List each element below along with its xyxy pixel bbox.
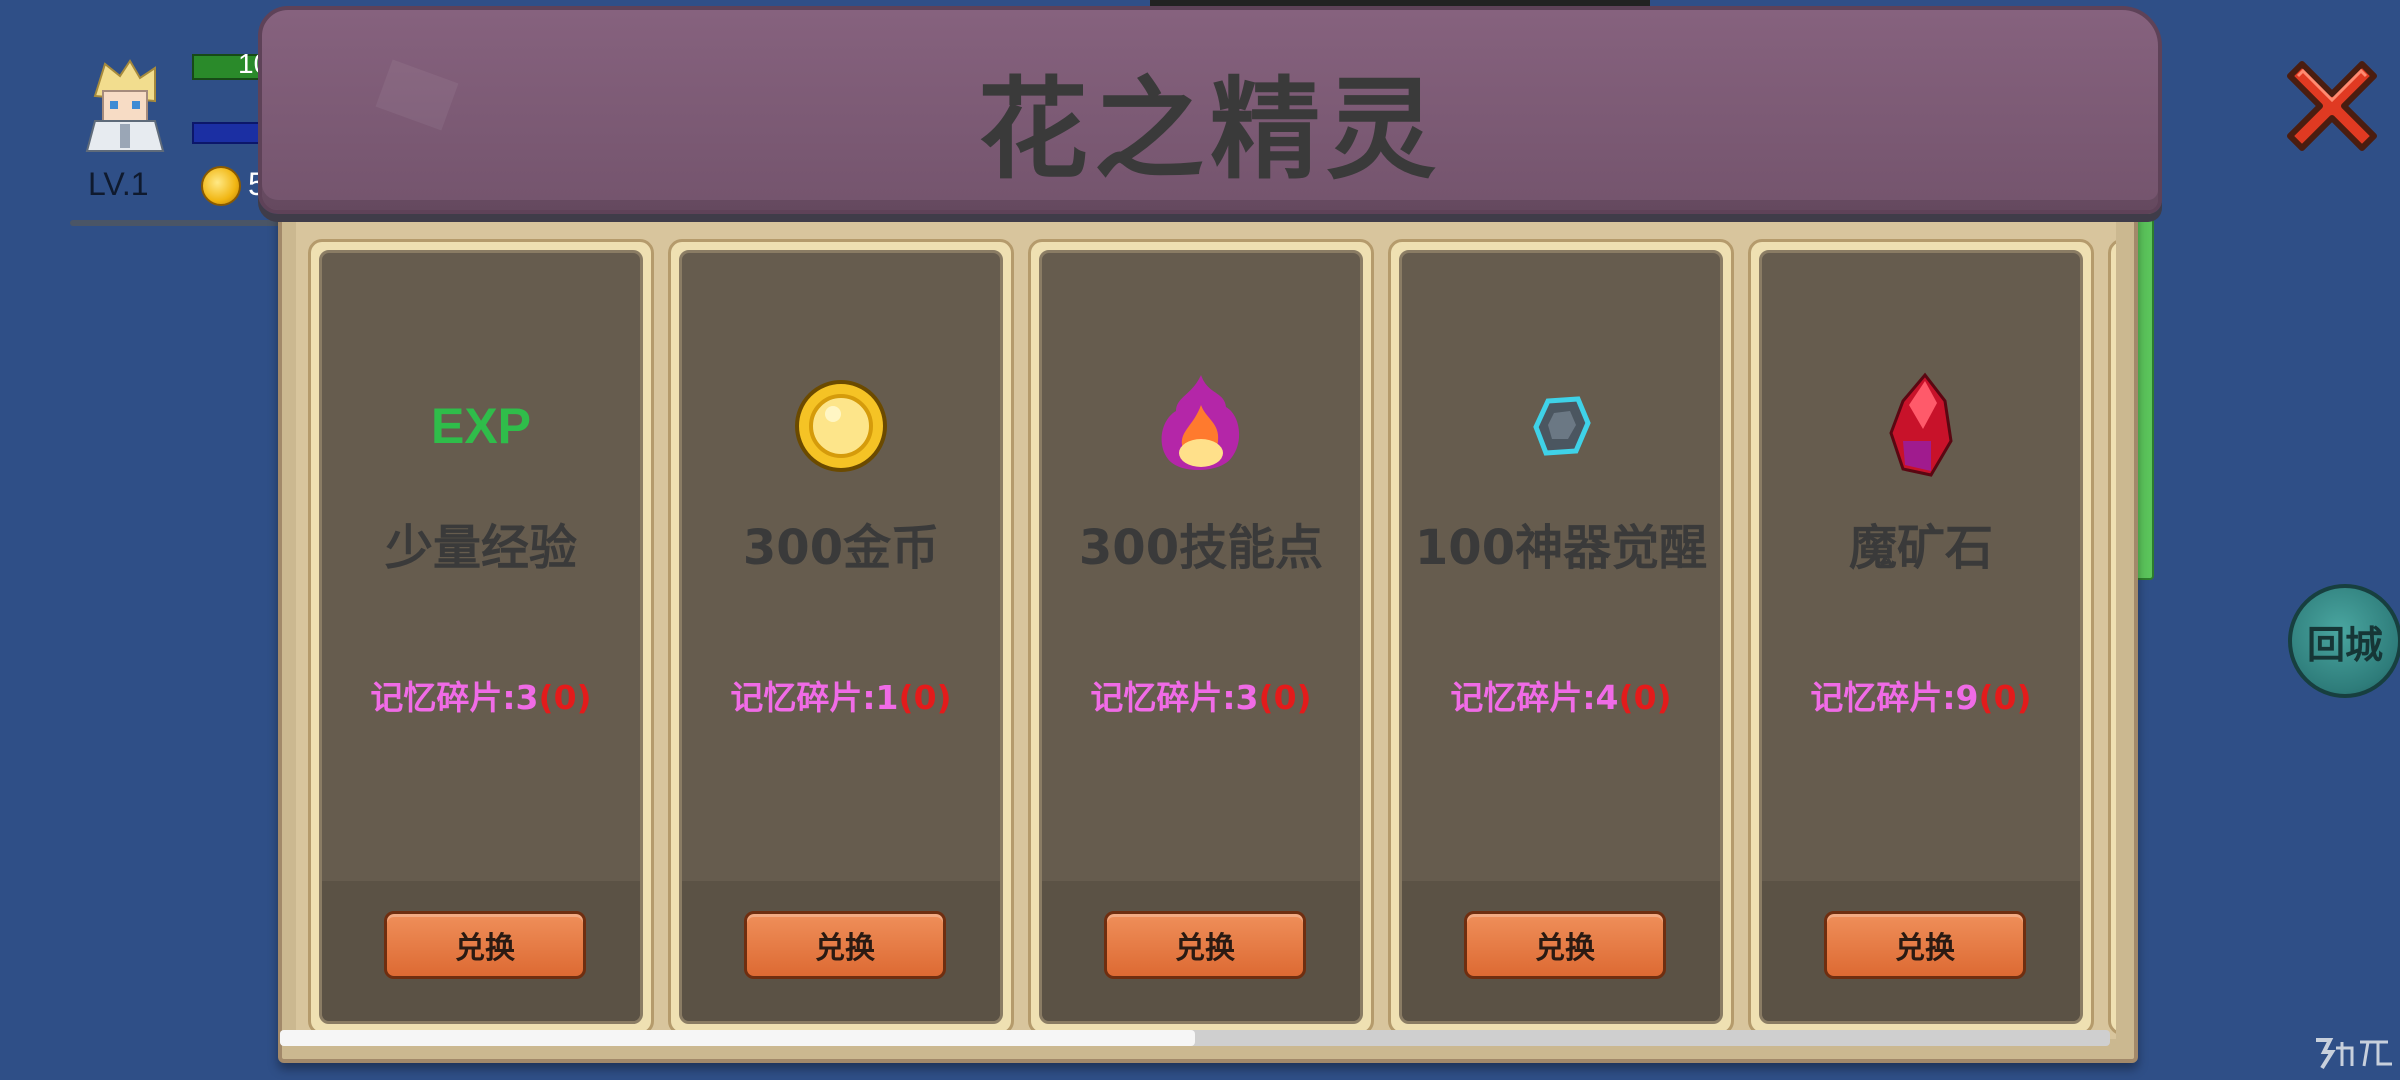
exchange-button-label: 兑换 bbox=[1895, 931, 1955, 966]
reward-cost: 记忆碎片:3(0) bbox=[322, 671, 640, 719]
exchange-button[interactable]: 兑换 bbox=[1824, 911, 2026, 979]
cost-required: 记忆碎片:9 bbox=[1810, 678, 1979, 717]
exchange-button[interactable]: 兑换 bbox=[384, 911, 586, 979]
exchange-card: 魔矿石 记忆碎片:9(0) 兑换 bbox=[1748, 239, 2094, 1035]
cost-required: 记忆碎片:3 bbox=[1090, 678, 1259, 717]
reward-name: 300技能点 bbox=[1078, 520, 1324, 576]
panel-content: EXP 少量经验 记忆碎片:3(0) 兑换 300金币 记忆碎片:1(0) 兑换… bbox=[296, 219, 2116, 1039]
exchange-button-label: 兑换 bbox=[815, 931, 875, 966]
reward-cost: 记忆碎片:4(0) bbox=[1402, 671, 1720, 719]
return-city-label: 回城 bbox=[2306, 622, 2383, 667]
player-level: LV.1 bbox=[88, 166, 149, 202]
exchange-card: 100神器觉醒 记忆碎片:4(0) 兑换 bbox=[1388, 239, 1734, 1035]
card-body: 魔矿石 记忆碎片:9(0) 兑换 bbox=[1759, 250, 2083, 1024]
cost-required: 记忆碎片:3 bbox=[370, 678, 539, 717]
exp-icon: EXP bbox=[322, 371, 640, 481]
reward-cost: 记忆碎片:1(0) bbox=[682, 671, 1000, 719]
exp-icon-text: EXP bbox=[430, 398, 532, 454]
gold-coin-icon bbox=[682, 371, 1000, 481]
exchange-card: 300金币 记忆碎片:1(0) 兑换 bbox=[668, 239, 1014, 1035]
exchange-button-label: 兑换 bbox=[1535, 931, 1595, 966]
player-avatar[interactable] bbox=[75, 56, 175, 156]
cost-owned: (0) bbox=[1618, 678, 1672, 717]
card-body: 300金币 记忆碎片:1(0) 兑换 bbox=[679, 250, 1003, 1024]
watermark-logo bbox=[2316, 1038, 2392, 1070]
card-body: 100神器觉醒 记忆碎片:4(0) 兑换 bbox=[1399, 250, 1723, 1024]
cost-owned: (0) bbox=[1978, 678, 2032, 717]
red-crystal-icon bbox=[1762, 371, 2080, 481]
exchange-button[interactable]: 兑换 bbox=[744, 911, 946, 979]
exchange-button-label: 兑换 bbox=[455, 931, 515, 966]
exchange-card: EXP 少量经验 记忆碎片:3(0) 兑换 bbox=[308, 239, 654, 1035]
artifact-stone-icon bbox=[1402, 371, 1720, 481]
reward-name: 魔矿石 bbox=[1848, 520, 1993, 576]
exchange-panel: EXP 少量经验 记忆碎片:3(0) 兑换 300金币 记忆碎片:1(0) 兑换… bbox=[278, 205, 2138, 1063]
dialog-title: 花之精灵 bbox=[978, 66, 1442, 194]
exchange-button[interactable]: 兑换 bbox=[1464, 911, 1666, 979]
gold-coin-icon bbox=[201, 166, 241, 206]
exchange-card: 300技能点 记忆碎片:3(0) 兑换 bbox=[1028, 239, 1374, 1035]
reward-name: 300金币 bbox=[742, 520, 940, 576]
close-icon[interactable] bbox=[2272, 46, 2392, 166]
scrollbar-thumb[interactable] bbox=[280, 1030, 1195, 1046]
cost-owned: (0) bbox=[1258, 678, 1312, 717]
exchange-button[interactable]: 兑换 bbox=[1104, 911, 1306, 979]
reward-name: 少量经验 bbox=[384, 520, 577, 576]
card-body: 300技能点 记忆碎片:3(0) 兑换 bbox=[1039, 250, 1363, 1024]
cost-owned: (0) bbox=[898, 678, 952, 717]
card-body: EXP 少量经验 记忆碎片:3(0) 兑换 bbox=[319, 250, 643, 1024]
exchange-card-partial bbox=[2108, 239, 2116, 1035]
reward-name: 100神器觉醒 bbox=[1414, 520, 1708, 576]
fire-icon bbox=[1042, 371, 1360, 481]
reward-cost: 记忆碎片:9(0) bbox=[1762, 671, 2080, 719]
cost-owned: (0) bbox=[538, 678, 592, 717]
exchange-button-label: 兑换 bbox=[1175, 931, 1235, 966]
return-city-button[interactable]: 回城 bbox=[2288, 584, 2400, 698]
reward-cost: 记忆碎片:3(0) bbox=[1042, 671, 1360, 719]
cost-required: 记忆碎片:4 bbox=[1450, 678, 1619, 717]
horizontal-scrollbar[interactable] bbox=[280, 1030, 2110, 1046]
cost-required: 记忆碎片:1 bbox=[730, 678, 899, 717]
card-list[interactable]: EXP 少量经验 记忆碎片:3(0) 兑换 300金币 记忆碎片:1(0) 兑换… bbox=[296, 239, 2116, 1039]
dialog-header: 花之精灵 bbox=[258, 6, 2377, 214]
